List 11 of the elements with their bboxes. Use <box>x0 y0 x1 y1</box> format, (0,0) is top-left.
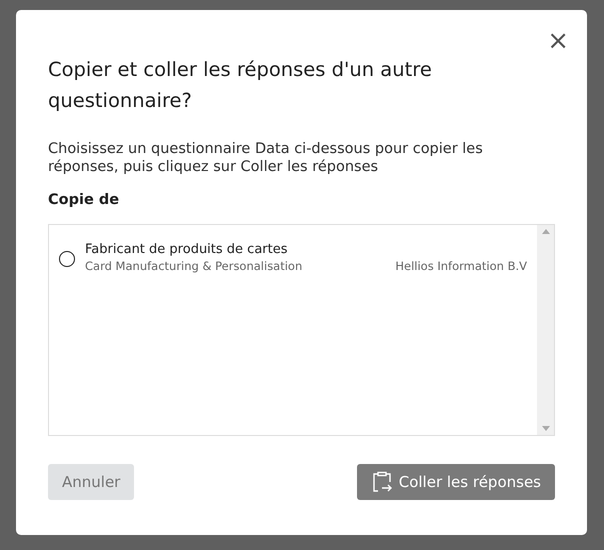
option-subtitle: Card Manufacturing & Personalisation <box>85 258 302 274</box>
option-title: Fabricant de produits de cartes <box>85 240 289 258</box>
clipboard-icon <box>370 471 393 493</box>
radio-button[interactable] <box>59 250 75 267</box>
close-button[interactable]: × <box>543 28 573 54</box>
option-company: Hellios Information B.V <box>395 258 527 274</box>
scroll-up-icon[interactable] <box>542 228 550 234</box>
list-label: Copie de <box>48 191 120 210</box>
dialog-description: Choisissez un questionnaire Data ci-dessous pour copier les réponses, puis cliquez sur Coller les réponses <box>48 140 484 176</box>
dialog-title: Copier et coller les réponses d'un autre questionnaire? <box>48 57 433 114</box>
scroll-down-icon[interactable] <box>542 426 550 431</box>
